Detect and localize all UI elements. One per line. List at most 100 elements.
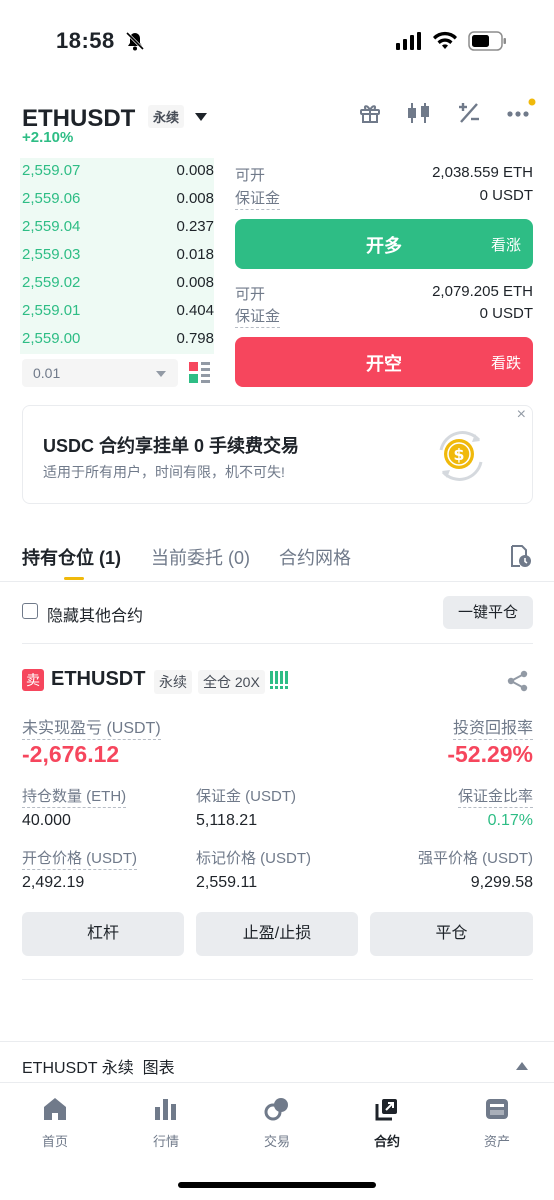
close-all-button[interactable]: 一键平仓 <box>443 596 533 629</box>
nav-futures[interactable]: 合约 <box>347 1096 427 1150</box>
promo-title: USDC 合约享挂单 0 手续费交易 <box>43 436 300 456</box>
orderbook-row[interactable]: 2,559.01 0.404 <box>22 298 214 324</box>
markets-icon <box>126 1096 206 1125</box>
mute-icon <box>124 30 146 57</box>
trade-icon <box>237 1096 317 1125</box>
open-long-sub: 看涨 <box>490 237 521 254</box>
promo-subtitle: 适用于所有用户，时间有限，机不可失! <box>43 464 285 480</box>
margin-ratio-value: 0.17% <box>487 812 533 829</box>
orderbook-row[interactable]: 2,559.04 0.237 <box>22 214 214 240</box>
entry-price-label: 开仓价格 (USDT) <box>22 847 137 870</box>
orderbook-row[interactable]: 2,559.06 0.008 <box>22 186 214 212</box>
nav-markets[interactable]: 行情 <box>126 1096 206 1150</box>
orderbook-row[interactable]: 2,559.02 0.008 <box>22 270 214 296</box>
margin-value: 5,118.21 <box>196 812 258 829</box>
caret-down-icon <box>156 359 166 387</box>
chevron-down-icon <box>194 100 207 128</box>
open-short-label: 开空 <box>366 354 402 374</box>
orderbook-row[interactable]: 2,559.00 0.798 <box>22 326 214 352</box>
nav-trade-label: 交易 <box>263 1134 290 1149</box>
leverage-button[interactable]: 杠杆 <box>22 912 184 956</box>
status-time: 18:58 <box>56 28 115 53</box>
position-side-badge: 卖 <box>22 669 44 691</box>
position-divider <box>22 979 533 980</box>
price-change: +2.10% <box>22 129 74 146</box>
tpsl-button[interactable]: 止盈/止损 <box>196 912 358 956</box>
more-icon[interactable] <box>506 98 536 129</box>
nav-home-label: 首页 <box>41 1134 68 1149</box>
short-margin-label: 保证金 <box>235 305 281 328</box>
tab-futures-grid[interactable]: 合约网格 <box>279 544 351 570</box>
open-short-sub: 看跌 <box>490 355 521 372</box>
orderbook-price: 2,559.00 <box>22 330 81 347</box>
orderbook-qty: 0.404 <box>176 302 214 319</box>
margin-ratio-label: 保证金比率 <box>457 785 533 808</box>
symbol-name: ETHUSDT <box>22 105 136 132</box>
orderbook-price: 2,559.01 <box>22 302 81 319</box>
nav-divider <box>0 1082 554 1083</box>
orderbook-row[interactable]: 2,559.03 0.018 <box>22 242 214 268</box>
nav-home[interactable]: 首页 <box>15 1096 95 1150</box>
open-long-button[interactable]: 开多 看涨 <box>235 219 533 269</box>
filter-divider <box>22 643 533 644</box>
size-value: 40.000 <box>22 812 71 829</box>
precision-select[interactable]: 0.01 <box>22 359 178 387</box>
promo-banner[interactable]: USDC 合约享挂单 0 手续费交易 适用于所有用户，时间有限，机不可失! × … <box>22 405 533 504</box>
open-long-label: 开多 <box>366 236 402 256</box>
nav-markets-label: 行情 <box>152 1134 179 1149</box>
order-history-icon[interactable] <box>508 544 532 573</box>
position-symbol[interactable]: ETHUSDT <box>51 668 145 691</box>
pnl-value: -2,676.12 <box>22 741 120 767</box>
precision-value: 0.01 <box>33 365 61 381</box>
liq-price-value: 9,299.58 <box>470 874 533 891</box>
promo-close-button[interactable]: × <box>517 406 526 424</box>
calculator-icon[interactable] <box>457 101 481 130</box>
nav-trade[interactable]: 交易 <box>237 1096 317 1150</box>
orderbook-qty: 0.008 <box>176 162 214 179</box>
wallet-icon <box>457 1096 537 1125</box>
close-position-button[interactable]: 平仓 <box>370 912 533 956</box>
tabs-divider <box>0 581 554 582</box>
short-available-value: 2,079.205 ETH <box>432 283 533 300</box>
orderbook-price: 2,559.03 <box>22 246 81 263</box>
orderbook-price: 2,559.06 <box>22 190 81 207</box>
orderbook-row[interactable]: 2,559.07 0.008 <box>22 158 214 184</box>
wifi-icon <box>432 31 458 56</box>
tab-active-indicator <box>64 577 84 580</box>
hide-other-checkbox[interactable] <box>22 603 38 619</box>
orderbook-price: 2,559.04 <box>22 218 81 235</box>
gift-icon[interactable] <box>358 101 382 130</box>
svg-text:$: $ <box>453 445 464 464</box>
coin-exchange-icon: $ <box>429 424 493 493</box>
home-icon <box>15 1096 95 1125</box>
long-available-label: 可开 <box>235 167 266 184</box>
candlestick-chart-icon[interactable] <box>406 101 432 130</box>
share-icon[interactable] <box>507 670 529 697</box>
risk-level-icon <box>270 671 290 694</box>
pnl-label: 未实现盈亏 (USDT) <box>22 714 161 740</box>
nav-wallet-label: 资产 <box>483 1134 510 1149</box>
open-short-button[interactable]: 开空 看跌 <box>235 337 533 387</box>
roi-label: 投资回报率 <box>452 714 533 740</box>
mark-price-value: 2,559.11 <box>196 874 258 891</box>
tab-positions[interactable]: 持有仓位 (1) <box>22 544 121 570</box>
nav-wallet[interactable]: 资产 <box>457 1096 537 1150</box>
orderbook-price: 2,559.07 <box>22 162 81 179</box>
orderbook-price: 2,559.02 <box>22 274 81 291</box>
chart-bar[interactable]: ETHUSDT 永续 图表 <box>0 1042 554 1082</box>
orderbook-qty: 0.237 <box>176 218 214 235</box>
chevron-up-icon <box>516 1057 528 1075</box>
long-margin-label: 保证金 <box>235 187 281 210</box>
entry-price-value: 2,492.19 <box>22 874 85 891</box>
orderbook-qty: 0.798 <box>176 330 214 347</box>
tab-open-orders[interactable]: 当前委托 (0) <box>151 544 250 570</box>
orderbook-qty: 0.008 <box>176 190 214 207</box>
contract-type-tag: 永续 <box>148 105 185 128</box>
nav-futures-label: 合约 <box>373 1134 400 1149</box>
roi-value: -52.29% <box>447 741 533 767</box>
size-label: 持仓数量 (ETH) <box>22 785 127 808</box>
orderbook-layout-icon[interactable] <box>189 362 211 389</box>
short-margin-value: 0 USDT <box>479 305 533 322</box>
orderbook-qty: 0.018 <box>176 246 214 263</box>
short-available-label: 可开 <box>235 286 266 303</box>
